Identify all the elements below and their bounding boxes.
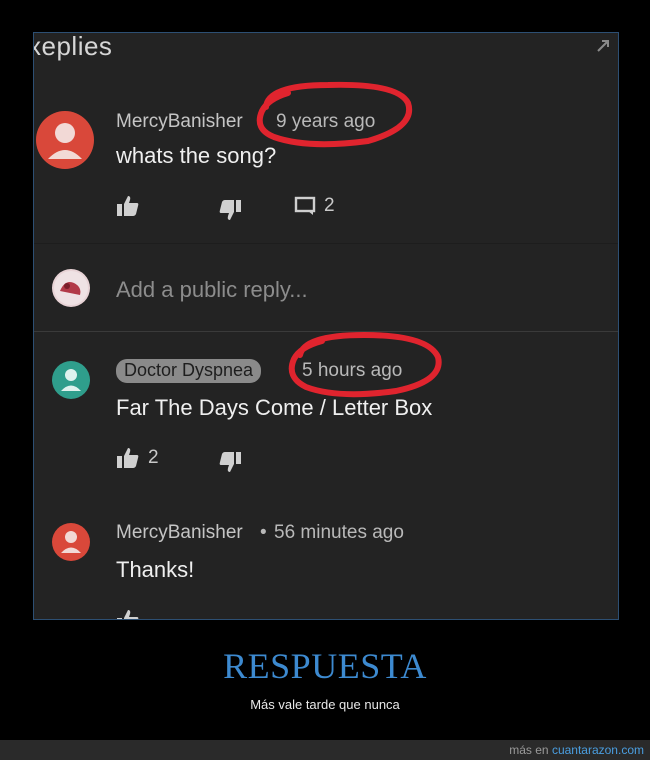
replies-heading: xeplies [33, 32, 113, 61]
caption-title: RESPUESTA [223, 646, 427, 686]
like-button[interactable] [116, 195, 140, 217]
user-silhouette-icon [61, 369, 81, 391]
divider [34, 243, 618, 244]
caption: RESPUESTA Más vale tarde que nunca [0, 645, 650, 712]
thumb-down-icon [219, 452, 241, 472]
current-user-avatar [52, 269, 90, 307]
avatar[interactable] [52, 361, 90, 399]
comment-author[interactable]: MercyBanisher [116, 111, 243, 133]
user-silhouette-icon [61, 531, 81, 553]
like-count: 2 [148, 447, 159, 468]
creator-name-chip[interactable]: Doctor Dyspnea [116, 359, 262, 383]
reply-input[interactable]: Add a public reply... [116, 277, 308, 303]
screenshot-frame: xeplies MercyBanisher 9 years ago whats … [33, 32, 619, 620]
expand-icon[interactable] [594, 37, 612, 55]
like-button[interactable]: 2 [116, 447, 159, 469]
thumb-up-icon [117, 610, 139, 619]
footer-prefix: más en [509, 743, 552, 757]
replies-panel: xeplies MercyBanisher 9 years ago whats … [34, 33, 618, 619]
dislike-button[interactable] [218, 451, 242, 473]
thumb-up-icon [117, 448, 139, 468]
footer-credit: más en cuantarazon.com [509, 743, 644, 757]
annotation-circle [288, 331, 442, 398]
comment-separator: • [260, 522, 267, 543]
avatar[interactable] [36, 111, 94, 169]
comment-text: Thanks! [116, 557, 195, 582]
site-link[interactable]: cuantarazon.com [552, 743, 644, 757]
comment-time[interactable]: 56 minutes ago [274, 522, 404, 544]
like-button[interactable] [116, 609, 140, 619]
avatar[interactable] [52, 523, 90, 561]
comment-author[interactable]: MercyBanisher [116, 522, 243, 544]
view-replies-button[interactable]: 2 [294, 195, 335, 217]
profile-picture-icon [54, 271, 88, 305]
reply-count: 2 [324, 195, 335, 216]
footer-bar: más en cuantarazon.com [0, 740, 650, 760]
dislike-button[interactable] [218, 199, 242, 221]
reply-icon [294, 196, 316, 215]
annotation-circle [256, 81, 413, 148]
caption-subtitle: Más vale tarde que nunca [250, 697, 400, 712]
user-silhouette-icon [48, 123, 82, 159]
thumb-down-icon [219, 200, 241, 220]
thumb-up-icon [117, 196, 139, 216]
